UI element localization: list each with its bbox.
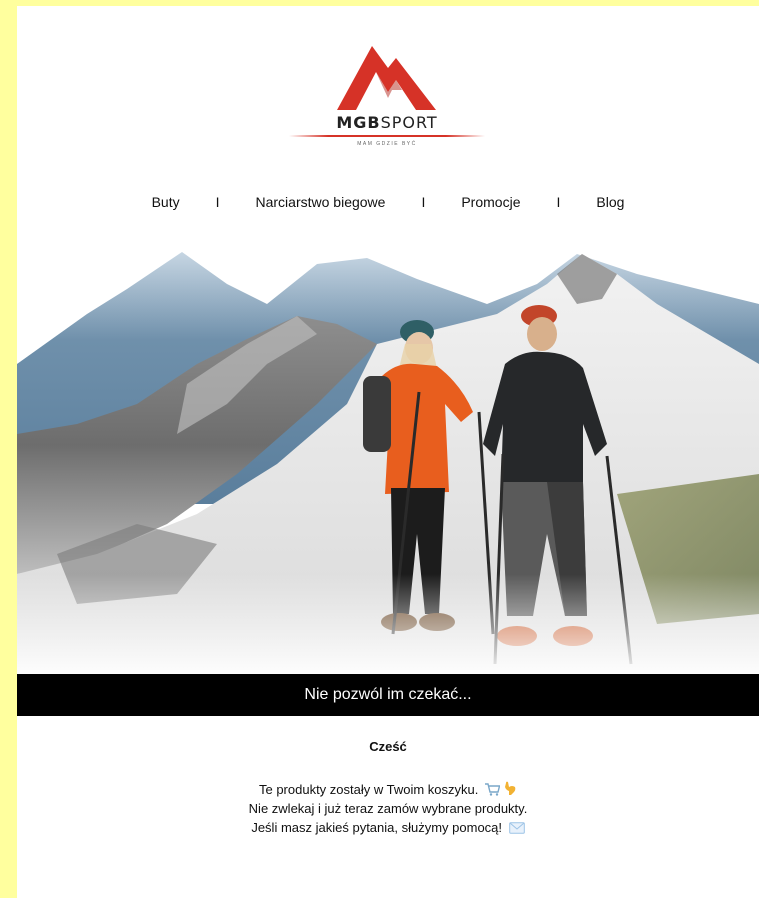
message-line-2: Nie zwlekaj i już teraz zamów wybrane pr…	[248, 801, 528, 816]
mountain-logo-icon	[337, 46, 436, 110]
nav-link-narciarstwo-biegowe[interactable]: Narciarstwo biegowe	[256, 194, 386, 210]
brand-wordmark: MGBSPORT	[287, 113, 487, 132]
message-line-3: Jeśli masz jakieś pytania, służymy pomoc…	[17, 818, 759, 837]
hero-image-hikers-mountains[interactable]	[17, 244, 759, 680]
nav-separator: I	[556, 194, 561, 210]
nav-link-promocje[interactable]: Promocje	[461, 194, 520, 210]
nav-separator: I	[215, 194, 220, 210]
message-line-1-text: Te produkty zostały w Twoim koszyku.	[258, 782, 479, 797]
hero-bottom-fade	[17, 574, 759, 680]
nav-link-blog[interactable]: Blog	[596, 194, 624, 210]
message-body: Te produkty zostały w Twoim koszyku. Nie…	[17, 780, 759, 837]
brand-tagline: MAM GDZIE BYĆ	[357, 141, 417, 147]
nav-separator: I	[421, 194, 426, 210]
shopping-cart-icon	[485, 783, 501, 796]
greeting-heading: Cześć	[369, 739, 407, 754]
cta-banner-text: Nie pozwól im czekać...	[304, 686, 472, 703]
envelope-icon[interactable]	[508, 822, 525, 834]
brand-wordmark-strong: MGB	[336, 113, 381, 132]
message-line-1: Te produkty zostały w Twoim koszyku.	[17, 780, 759, 799]
brand-underline	[289, 135, 485, 137]
nav-link-buty[interactable]: Buty	[152, 194, 180, 210]
brand-logo[interactable]: MGBSPORT MAM GDZIE BYĆ	[287, 42, 487, 152]
pointing-down-hand-icon	[505, 781, 516, 795]
main-navigation: Buty I Narciarstwo biegowe I Promocje I …	[17, 192, 759, 212]
email-container: MGBSPORT MAM GDZIE BYĆ Buty I Narciarstw…	[17, 6, 759, 898]
brand-wordmark-rest: SPORT	[380, 113, 438, 132]
cta-banner[interactable]: Nie pozwól im czekać...	[17, 674, 759, 716]
message-line-3-text: Jeśli masz jakieś pytania, służymy pomoc…	[251, 820, 503, 835]
